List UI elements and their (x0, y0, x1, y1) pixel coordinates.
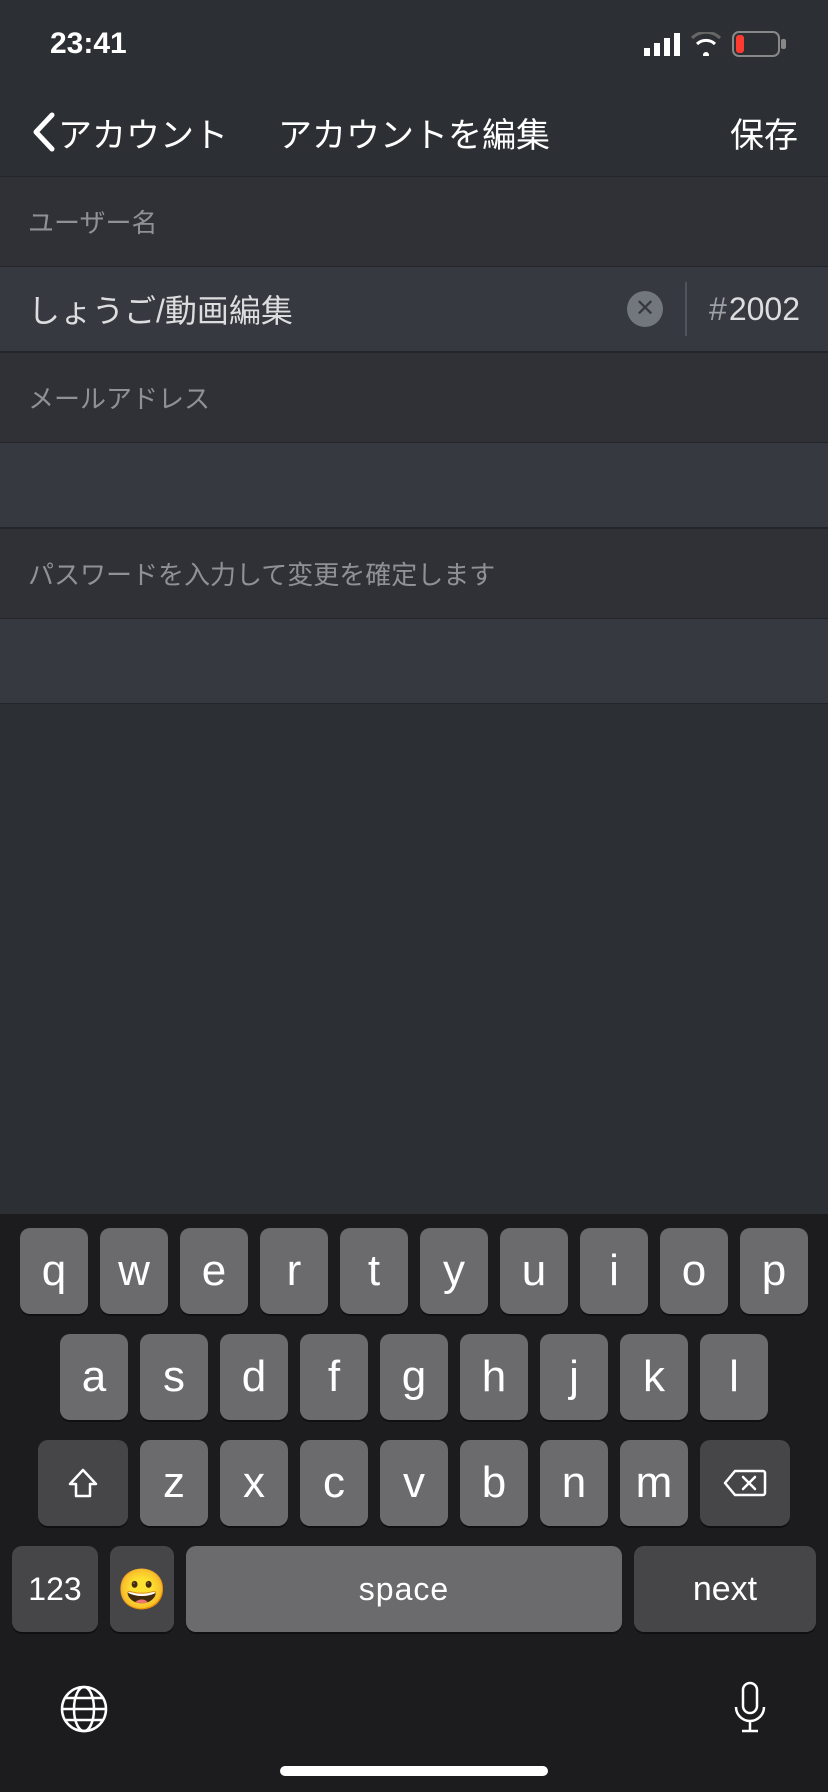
save-button[interactable]: 保存 (730, 108, 798, 157)
username-input[interactable] (0, 267, 627, 351)
chevron-left-icon (30, 111, 56, 153)
key-space[interactable]: space (186, 1546, 622, 1632)
username-row: ✕ #2002 (0, 266, 828, 352)
keyboard: q w e r t y u i o p a s d f g h j k l z … (0, 1214, 828, 1792)
backspace-icon (723, 1467, 767, 1499)
status-time: 23:41 (50, 27, 127, 61)
key-f[interactable]: f (300, 1334, 368, 1420)
status-bar: 23:41 (0, 0, 828, 88)
key-d[interactable]: d (220, 1334, 288, 1420)
key-g[interactable]: g (380, 1334, 448, 1420)
mic-icon[interactable] (730, 1681, 770, 1737)
emoji-icon: 😀 (117, 1566, 167, 1613)
email-section-label: メールアドレス (0, 352, 828, 442)
key-r[interactable]: r (260, 1228, 328, 1314)
back-label: アカウント (58, 108, 228, 157)
password-row (0, 618, 828, 704)
key-t[interactable]: t (340, 1228, 408, 1314)
key-q[interactable]: q (20, 1228, 88, 1314)
keyboard-row-3: z x c v b n m (8, 1440, 820, 1526)
back-button[interactable]: アカウント (30, 108, 228, 157)
key-o[interactable]: o (660, 1228, 728, 1314)
key-c[interactable]: c (300, 1440, 368, 1526)
key-l[interactable]: l (700, 1334, 768, 1420)
close-icon: ✕ (635, 297, 655, 321)
clear-username-button[interactable]: ✕ (627, 291, 663, 327)
key-j[interactable]: j (540, 1334, 608, 1420)
key-s[interactable]: s (140, 1334, 208, 1420)
key-u[interactable]: u (500, 1228, 568, 1314)
cellular-icon (644, 32, 680, 56)
key-n[interactable]: n (540, 1440, 608, 1526)
key-m[interactable]: m (620, 1440, 688, 1526)
key-h[interactable]: h (460, 1334, 528, 1420)
key-z[interactable]: z (140, 1440, 208, 1526)
password-section-label: パスワードを入力して変更を確定します (0, 528, 828, 618)
email-input[interactable] (0, 443, 828, 527)
key-p[interactable]: p (740, 1228, 808, 1314)
status-icons (644, 31, 788, 57)
globe-icon[interactable] (58, 1683, 110, 1735)
key-w[interactable]: w (100, 1228, 168, 1314)
key-k[interactable]: k (620, 1334, 688, 1420)
key-e[interactable]: e (180, 1228, 248, 1314)
page-title: アカウントを編集 (278, 108, 550, 157)
keyboard-row-4: 123 😀 space next (8, 1546, 820, 1632)
key-next[interactable]: next (634, 1546, 816, 1632)
key-123[interactable]: 123 (12, 1546, 98, 1632)
key-a[interactable]: a (60, 1334, 128, 1420)
key-v[interactable]: v (380, 1440, 448, 1526)
username-section-label: ユーザー名 (0, 176, 828, 266)
keyboard-row-2: a s d f g h j k l (8, 1334, 820, 1420)
discriminator-value: 2002 (729, 291, 800, 328)
key-emoji[interactable]: 😀 (110, 1546, 174, 1632)
key-backspace[interactable] (700, 1440, 790, 1526)
keyboard-row-1: q w e r t y u i o p (8, 1228, 820, 1314)
key-x[interactable]: x (220, 1440, 288, 1526)
email-row (0, 442, 828, 528)
discriminator-hash: # (709, 291, 727, 328)
discriminator: #2002 (687, 291, 828, 328)
wifi-icon (690, 32, 722, 56)
key-shift[interactable] (38, 1440, 128, 1526)
home-indicator[interactable] (280, 1766, 548, 1776)
shift-icon (66, 1466, 100, 1500)
key-y[interactable]: y (420, 1228, 488, 1314)
battery-icon (732, 31, 788, 57)
key-i[interactable]: i (580, 1228, 648, 1314)
password-input[interactable] (0, 619, 828, 703)
key-b[interactable]: b (460, 1440, 528, 1526)
nav-bar: アカウント アカウントを編集 保存 (0, 88, 828, 176)
